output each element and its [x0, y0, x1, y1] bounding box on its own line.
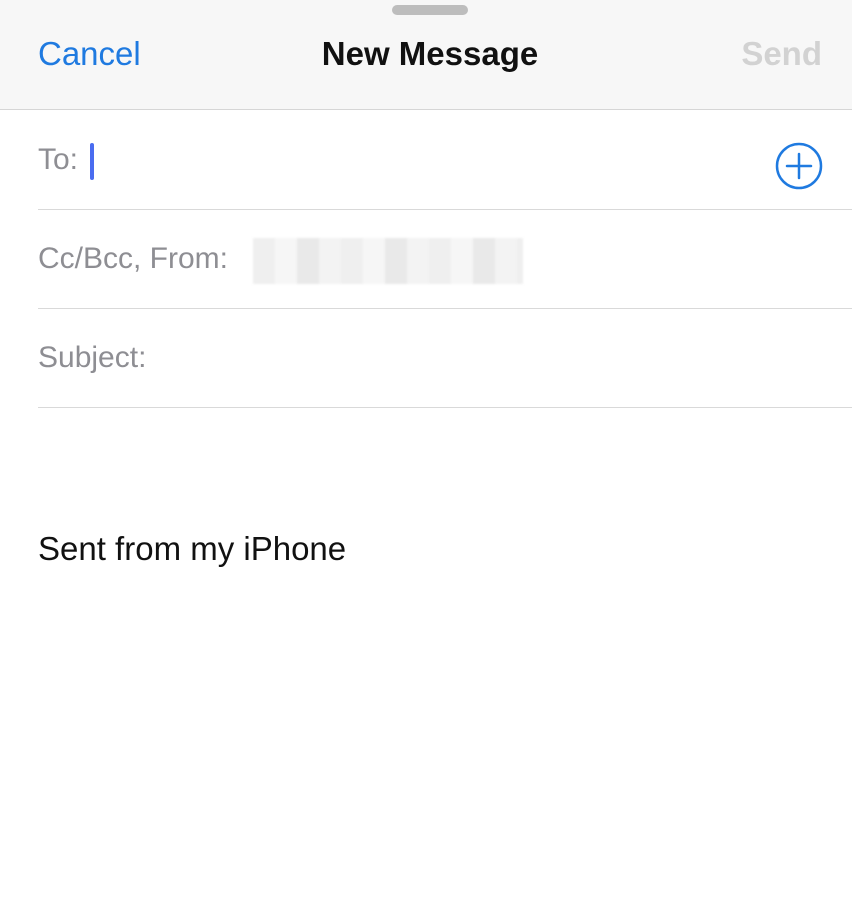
- subject-input[interactable]: [163, 332, 843, 386]
- subject-label: Subject:: [38, 341, 147, 374]
- cc-bcc-from-label: Cc/Bcc, From:: [38, 242, 229, 275]
- plus-circle-icon[interactable]: [775, 142, 823, 190]
- send-button[interactable]: Send: [741, 35, 822, 73]
- page-title: New Message: [321, 35, 539, 72]
- email-signature: Sent from my iPhone: [38, 530, 347, 567]
- compose-header: Cancel New Message Send: [0, 0, 852, 110]
- cc-bcc-from-row[interactable]: Cc/Bcc, From:: [38, 211, 852, 309]
- message-body[interactable]: Sent from my iPhone: [38, 420, 828, 880]
- text-caret: [90, 143, 94, 180]
- sheet-grabber-handle[interactable]: [392, 5, 468, 15]
- subject-row: Subject:: [38, 310, 852, 408]
- to-input[interactable]: [98, 134, 758, 188]
- to-row: To:: [38, 112, 852, 210]
- compose-sheet: Cancel New Message Send To: Cc/Bcc, From…: [0, 0, 852, 899]
- to-label: To:: [38, 143, 79, 176]
- from-address-redacted[interactable]: [253, 238, 523, 284]
